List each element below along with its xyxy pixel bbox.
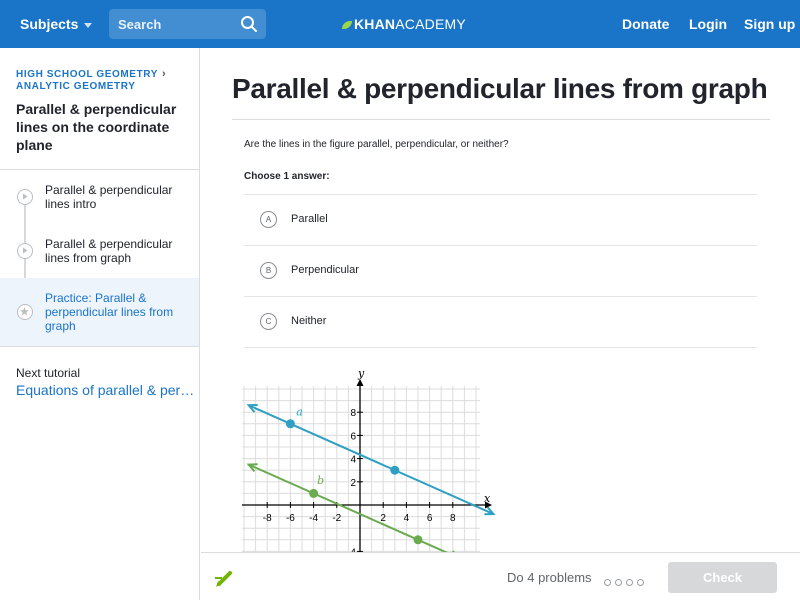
problem-count-label: Do 4 problems: [507, 570, 592, 585]
exercise-footer: Do 4 problems Check: [201, 552, 800, 600]
sidebar-item-label: Parallel & perpendicular lines from grap…: [45, 237, 173, 265]
answer-option-parallel[interactable]: A Parallel: [244, 195, 757, 245]
line-b-point: [309, 488, 319, 498]
check-button[interactable]: Check: [668, 562, 777, 593]
option-label: Neither: [291, 315, 327, 327]
progress-dots: [604, 573, 648, 591]
line-a: [248, 404, 494, 515]
option-letter: C: [260, 313, 277, 330]
progress-dot: [637, 579, 644, 586]
line-b-label: b: [317, 474, 324, 487]
x-tick-label: -4: [309, 513, 318, 524]
sidebar-item-practice[interactable]: Practice: Parallel & perpendicular lines…: [0, 278, 199, 346]
subjects-label: Subjects: [20, 16, 79, 32]
x-tick-label: -8: [263, 513, 272, 524]
search-input[interactable]: Search: [109, 9, 266, 39]
play-icon: [17, 243, 33, 259]
exercise-panel: Parallel & perpendicular lines from grap…: [201, 48, 800, 552]
y-tick-label: 4: [350, 455, 356, 466]
progress-dot: [615, 579, 622, 586]
progress-dot: [626, 579, 633, 586]
choose-instruction: Choose 1 answer:: [244, 171, 330, 182]
x-tick-label: 6: [427, 513, 433, 524]
divider: [244, 347, 757, 348]
x-tick-label: -2: [332, 513, 341, 524]
option-letter: A: [260, 211, 277, 228]
y-tick-label: 2: [350, 478, 356, 489]
answer-option-neither[interactable]: C Neither: [244, 297, 757, 347]
option-letter: B: [260, 262, 277, 279]
sidebar-item-label: Practice: Parallel & perpendicular lines…: [45, 291, 174, 333]
y-axis-arrow: [356, 379, 364, 386]
coordinate-graph: xy-8-6-4-224688642-4ab: [242, 367, 496, 552]
search-icon[interactable]: [240, 15, 258, 33]
option-label: Parallel: [291, 213, 328, 225]
breadcrumb-high-school-geometry[interactable]: HIGH SCHOOL GEOMETRY ›: [16, 68, 166, 80]
y-tick-label: 6: [350, 431, 356, 442]
breadcrumb-label: HIGH SCHOOL GEOMETRY: [16, 69, 159, 80]
question-text: Are the lines in the figure parallel, pe…: [244, 139, 509, 150]
page-title: Parallel & perpendicular lines from grap…: [232, 73, 768, 104]
x-tick-label: 8: [450, 513, 456, 524]
signup-link[interactable]: Sign up: [744, 16, 795, 32]
leaf-icon: [342, 21, 352, 29]
sidebar-item-from-graph[interactable]: Parallel & perpendicular lines from grap…: [0, 224, 199, 278]
line-a-point: [390, 465, 400, 475]
breadcrumb-analytic-geometry[interactable]: ANALYTIC GEOMETRY: [16, 81, 135, 92]
y-axis-label: y: [357, 367, 365, 380]
y-tick-label: 8: [350, 408, 356, 419]
chevron-down-icon: [84, 22, 93, 28]
login-link[interactable]: Login: [689, 16, 727, 32]
x-tick-label: -6: [286, 513, 295, 524]
khan-academy-logo[interactable]: KHANACADEMY: [342, 16, 466, 32]
x-axis-label: x: [484, 492, 491, 505]
option-label: Perpendicular: [291, 264, 359, 276]
x-tick-label: 2: [380, 513, 386, 524]
sidebar-title: Parallel & perpendicular lines on the co…: [16, 101, 177, 153]
logo-text-bold: KHAN: [354, 16, 396, 32]
divider: [0, 346, 199, 347]
sidebar: HIGH SCHOOL GEOMETRY › ANALYTIC GEOMETRY …: [0, 48, 200, 600]
line-a-point: [285, 419, 295, 429]
subjects-menu[interactable]: Subjects: [20, 16, 93, 32]
next-tutorial-link[interactable]: Equations of parallel & per…: [16, 382, 194, 398]
progress-dot: [604, 579, 611, 586]
line-a-label: a: [296, 406, 303, 419]
star-icon: [17, 304, 33, 320]
scratchpad-pencil-icon[interactable]: [213, 567, 235, 589]
line-b-point: [413, 535, 423, 545]
divider: [232, 119, 770, 120]
donate-link[interactable]: Donate: [622, 16, 669, 32]
answer-option-perpendicular[interactable]: B Perpendicular: [244, 246, 757, 296]
logo-text-light: ACADEMY: [395, 16, 466, 32]
top-navigation-bar: Subjects Search KHANACADEMY Donate Login…: [0, 0, 800, 48]
chevron-right-icon: ›: [162, 68, 167, 80]
sidebar-item-label: Parallel & perpendicular lines intro: [45, 183, 173, 211]
search-placeholder: Search: [118, 17, 162, 32]
x-tick-label: 4: [404, 513, 410, 524]
next-tutorial-label: Next tutorial: [16, 366, 81, 380]
sidebar-item-intro[interactable]: Parallel & perpendicular lines intro: [0, 170, 199, 224]
play-icon: [17, 189, 33, 205]
